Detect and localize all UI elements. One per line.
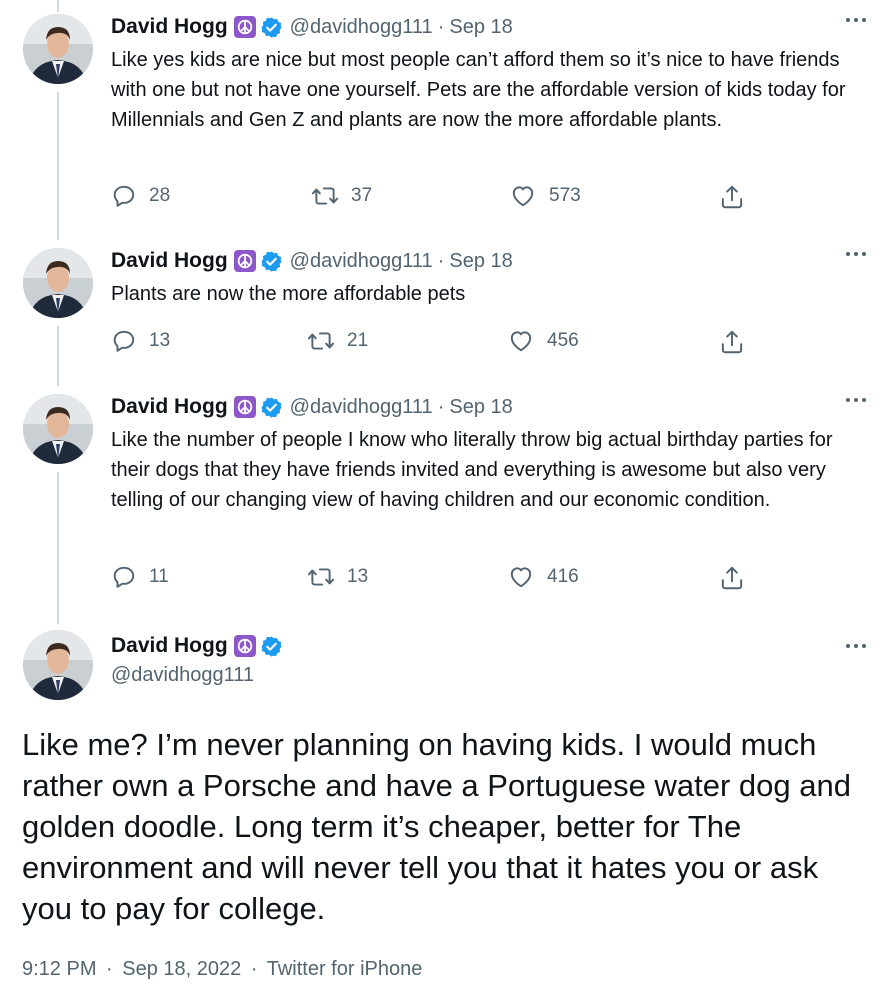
heart-icon [510, 331, 532, 352]
verified-badge-icon [260, 635, 283, 658]
share-button[interactable] [719, 564, 745, 597]
like-count: 573 [549, 185, 581, 206]
peace-symbol-icon [233, 635, 256, 657]
tweet-full-date[interactable]: Sep 18, 2022 [122, 958, 241, 980]
reply-button[interactable]: 28 [111, 183, 170, 209]
like-count: 416 [547, 566, 579, 587]
reply-button[interactable]: 11 [111, 564, 169, 590]
thread-line [57, 326, 59, 386]
verified-badge-icon [260, 396, 283, 419]
peace-symbol-icon [233, 250, 256, 272]
reply-icon [113, 566, 135, 588]
retweet-count: 37 [351, 185, 373, 206]
tweet-actions: 28 37 573 [111, 183, 751, 213]
share-icon [721, 330, 743, 354]
verified-badge-icon [260, 16, 283, 39]
more-options-icon[interactable] [846, 644, 866, 648]
reply-count: 28 [149, 185, 171, 206]
tweet-metadata: 9:12 PM · Sep 18, 2022 · Twitter for iPh… [22, 958, 422, 981]
thread-line [57, 472, 59, 624]
separator: · [437, 15, 445, 38]
author-handle[interactable]: @davidhogg111 [290, 250, 433, 273]
avatar[interactable] [23, 14, 93, 84]
reply-count: 13 [149, 330, 171, 351]
heart-icon [512, 186, 534, 207]
tweet-date[interactable]: Sep 18 [449, 396, 512, 419]
main-tweet-text: Like me? I’m never planning on having ki… [22, 727, 851, 926]
share-icon [721, 566, 743, 590]
tweet-time[interactable]: 9:12 PM [22, 958, 96, 980]
reply-icon [113, 185, 135, 207]
like-button[interactable]: 573 [509, 183, 581, 209]
peace-symbol-icon [233, 396, 256, 418]
tweet-actions: 11 13 416 [111, 564, 751, 594]
more-options-icon[interactable] [846, 252, 866, 256]
like-button[interactable]: 456 [507, 328, 579, 354]
tweet-date[interactable]: Sep 18 [449, 16, 512, 39]
author-name[interactable]: David Hogg [111, 15, 228, 39]
author-name[interactable]: David Hogg [111, 395, 228, 419]
reply-icon [113, 330, 135, 352]
like-count: 456 [547, 330, 579, 351]
retweet-button[interactable]: 13 [307, 564, 368, 590]
tweet-text: Like yes kids are nice but most people c… [111, 49, 846, 131]
thread-line [57, 92, 59, 240]
tweet-date[interactable]: Sep 18 [449, 250, 512, 273]
tweet-actions: 13 21 456 [111, 328, 751, 358]
separator: · [437, 395, 445, 418]
tweet-text: Plants are now the more affordable pets [111, 283, 466, 305]
author-name[interactable]: David Hogg [111, 249, 228, 273]
reply-button[interactable]: 13 [111, 328, 170, 354]
retweet-icon [307, 332, 335, 350]
tweet-text: Like the number of people I know who lit… [111, 429, 833, 511]
author-name[interactable]: David Hogg [111, 634, 228, 658]
peace-symbol-icon [233, 16, 256, 38]
like-button[interactable]: 416 [507, 564, 579, 590]
retweet-count: 13 [347, 566, 369, 587]
more-options-icon[interactable] [846, 18, 866, 22]
retweet-icon [307, 568, 335, 586]
reply-count: 11 [149, 566, 169, 587]
more-options-icon[interactable] [846, 398, 866, 402]
share-button[interactable] [719, 183, 745, 216]
retweet-icon [311, 187, 339, 205]
author-handle[interactable]: @davidhogg111 [111, 664, 254, 687]
share-button[interactable] [719, 328, 745, 361]
separator: · [437, 249, 445, 272]
avatar[interactable] [23, 630, 93, 700]
thread-line [57, 0, 59, 12]
share-icon [721, 185, 743, 209]
heart-icon [510, 567, 532, 588]
verified-badge-icon [260, 250, 283, 273]
retweet-count: 21 [347, 330, 369, 351]
tweet-source[interactable]: Twitter for iPhone [267, 958, 423, 980]
avatar[interactable] [23, 248, 93, 318]
retweet-button[interactable]: 37 [311, 183, 372, 209]
author-handle[interactable]: @davidhogg111 [290, 16, 433, 39]
retweet-button[interactable]: 21 [307, 328, 368, 354]
separator: · [250, 958, 258, 980]
avatar[interactable] [23, 394, 93, 464]
separator: · [106, 958, 113, 980]
author-handle[interactable]: @davidhogg111 [290, 396, 433, 419]
